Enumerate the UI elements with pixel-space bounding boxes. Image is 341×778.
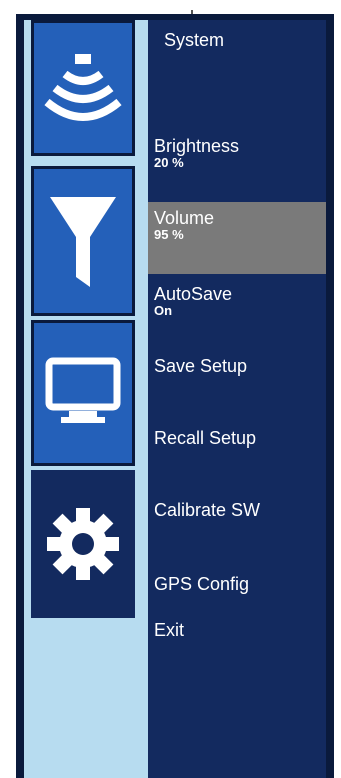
menu-item-exit[interactable]: Exit	[148, 620, 326, 648]
menu-item-gps-config[interactable]: GPS Config	[148, 574, 326, 602]
section-title: System	[164, 30, 225, 50]
gear-icon	[47, 508, 119, 580]
menu-item-label: Brightness	[154, 136, 240, 156]
menu-panel	[148, 20, 326, 778]
menu-item-value: 20 %	[154, 155, 184, 170]
menu-item-label: Save Setup	[154, 356, 248, 376]
menu-item-calibrate-sw[interactable]: Calibrate SW	[148, 500, 326, 528]
menu-item-value: 95 %	[154, 227, 184, 242]
menu-item-autosave[interactable]: AutoSave On	[148, 284, 326, 330]
menu-item-label: Calibrate SW	[154, 500, 261, 520]
menu-item-label: Volume	[154, 208, 215, 228]
top-indicator	[191, 10, 193, 14]
menu-item-value: On	[154, 303, 173, 318]
tab-sonar[interactable]	[31, 20, 135, 156]
menu-item-label: Recall Setup	[154, 428, 257, 448]
menu-item-brightness[interactable]: Brightness 20 %	[148, 136, 326, 182]
tab-display[interactable]	[31, 320, 135, 466]
menu-item-save-setup[interactable]: Save Setup	[148, 356, 326, 384]
tab-filter[interactable]	[31, 166, 135, 316]
tab-system[interactable]	[31, 470, 135, 618]
menu-item-recall-setup[interactable]: Recall Setup	[148, 428, 326, 456]
menu-item-label: GPS Config	[154, 574, 250, 594]
menu-item-label: AutoSave	[154, 284, 233, 304]
menu-item-label: Exit	[154, 620, 185, 640]
menu-item-volume[interactable]: Volume 95 %	[148, 202, 326, 274]
sonar-icon	[44, 54, 122, 121]
filter-funnel-icon	[50, 197, 116, 287]
display-monitor-icon	[45, 357, 121, 423]
